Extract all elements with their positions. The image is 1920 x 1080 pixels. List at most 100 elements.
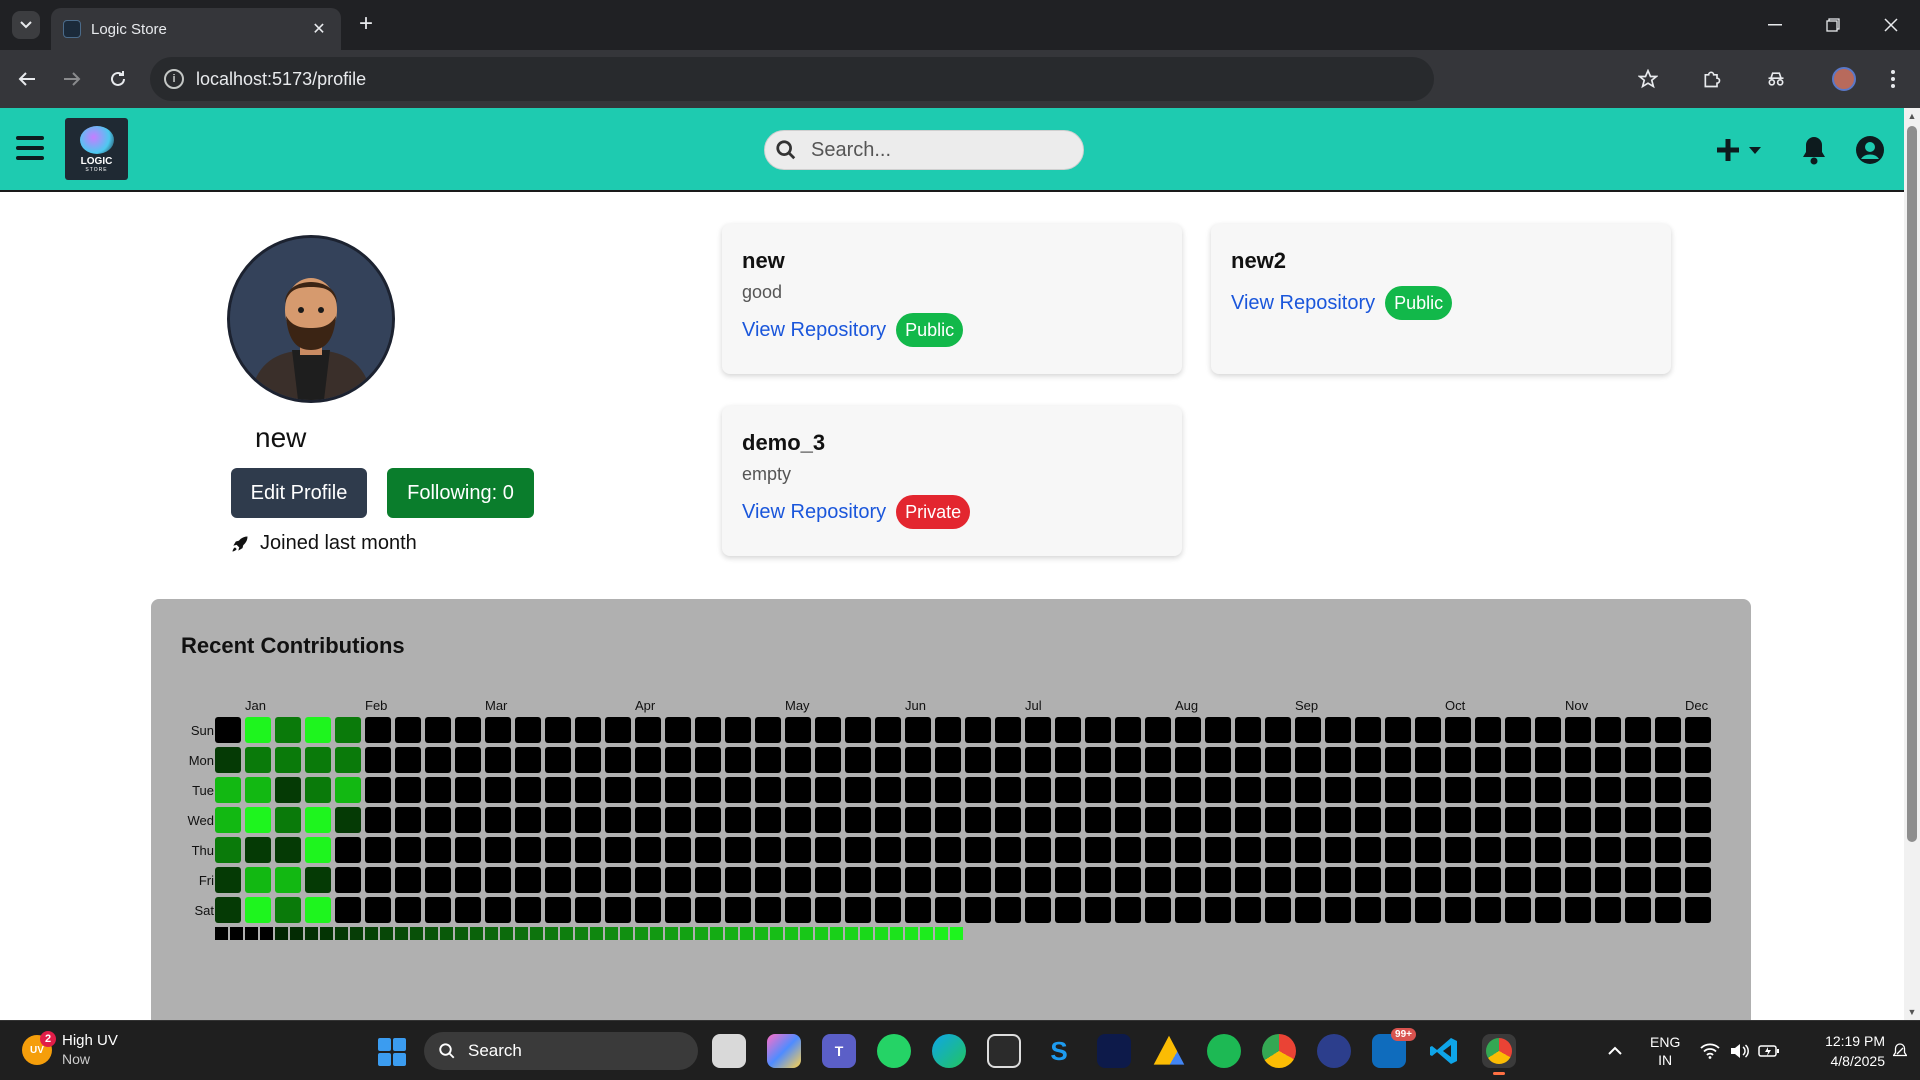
contribution-cell[interactable] — [1535, 837, 1561, 863]
contribution-cell[interactable] — [635, 807, 661, 833]
contribution-cell[interactable] — [935, 867, 961, 893]
contribution-cell[interactable] — [905, 897, 931, 923]
contribution-cell[interactable] — [1055, 747, 1081, 773]
contribution-cell[interactable] — [485, 897, 511, 923]
contribution-cell[interactable] — [1295, 837, 1321, 863]
contribution-cell[interactable] — [1205, 897, 1231, 923]
contribution-cell[interactable] — [545, 897, 571, 923]
contribution-cell[interactable] — [815, 747, 841, 773]
contribution-cell[interactable] — [1235, 867, 1261, 893]
contribution-cell[interactable] — [605, 747, 631, 773]
contribution-cell[interactable] — [1415, 867, 1441, 893]
contribution-cell[interactable] — [1295, 897, 1321, 923]
forward-button[interactable] — [57, 64, 87, 94]
contribution-cell[interactable] — [1355, 837, 1381, 863]
contribution-cell[interactable] — [965, 807, 991, 833]
contribution-cell[interactable] — [1355, 867, 1381, 893]
contribution-cell[interactable] — [1595, 807, 1621, 833]
contribution-cell[interactable] — [575, 777, 601, 803]
contribution-cell[interactable] — [1265, 897, 1291, 923]
contribution-cell[interactable] — [1055, 717, 1081, 743]
contribution-cell[interactable] — [1535, 777, 1561, 803]
contribution-cell[interactable] — [1385, 777, 1411, 803]
contribution-cell[interactable] — [245, 777, 271, 803]
contribution-cell[interactable] — [545, 807, 571, 833]
contribution-cell[interactable] — [1625, 747, 1651, 773]
start-button[interactable] — [378, 1038, 406, 1066]
contribution-cell[interactable] — [845, 717, 871, 743]
contribution-cell[interactable] — [275, 807, 301, 833]
contribution-cell[interactable] — [1385, 897, 1411, 923]
contribution-cell[interactable] — [365, 867, 391, 893]
contribution-cell[interactable] — [515, 807, 541, 833]
contribution-cell[interactable] — [725, 717, 751, 743]
contribution-cell[interactable] — [635, 747, 661, 773]
contribution-cell[interactable] — [1475, 867, 1501, 893]
contribution-cell[interactable] — [785, 717, 811, 743]
contribution-cell[interactable] — [245, 717, 271, 743]
contribution-cell[interactable] — [365, 807, 391, 833]
contribution-cell[interactable] — [1505, 747, 1531, 773]
contribution-cell[interactable] — [935, 717, 961, 743]
contribution-cell[interactable] — [1145, 897, 1171, 923]
contribution-cell[interactable] — [575, 807, 601, 833]
contribution-cell[interactable] — [605, 717, 631, 743]
task-view-icon[interactable] — [712, 1034, 746, 1068]
contribution-cell[interactable] — [1595, 747, 1621, 773]
contribution-cell[interactable] — [875, 747, 901, 773]
contribution-cell[interactable] — [395, 717, 421, 743]
google-drive-icon[interactable] — [1153, 1035, 1185, 1065]
view-repository-link[interactable]: View Repository — [742, 319, 886, 342]
contribution-cell[interactable] — [905, 747, 931, 773]
contribution-cell[interactable] — [455, 807, 481, 833]
contribution-cell[interactable] — [455, 747, 481, 773]
contribution-cell[interactable] — [785, 867, 811, 893]
contribution-cell[interactable] — [215, 777, 241, 803]
contribution-cell[interactable] — [1475, 747, 1501, 773]
contribution-cell[interactable] — [755, 897, 781, 923]
contribution-cell[interactable] — [425, 867, 451, 893]
contribution-cell[interactable] — [1025, 717, 1051, 743]
contribution-cell[interactable] — [1145, 777, 1171, 803]
contribution-cell[interactable] — [1685, 747, 1711, 773]
contribution-cell[interactable] — [515, 897, 541, 923]
contribution-cell[interactable] — [1625, 837, 1651, 863]
contribution-cell[interactable] — [1685, 777, 1711, 803]
contribution-cell[interactable] — [545, 777, 571, 803]
contribution-cell[interactable] — [1355, 747, 1381, 773]
contribution-cell[interactable] — [275, 837, 301, 863]
contribution-cell[interactable] — [995, 897, 1021, 923]
contribution-cell[interactable] — [1595, 897, 1621, 923]
contribution-cell[interactable] — [1025, 807, 1051, 833]
contribution-cell[interactable] — [755, 747, 781, 773]
contribution-cell[interactable] — [305, 807, 331, 833]
contribution-cell[interactable] — [635, 897, 661, 923]
contribution-cell[interactable] — [305, 747, 331, 773]
contribution-cell[interactable] — [305, 897, 331, 923]
scroll-down-icon[interactable]: ▼ — [1907, 1007, 1917, 1017]
reload-button[interactable] — [103, 64, 133, 94]
contribution-cell[interactable] — [335, 867, 361, 893]
contribution-cell[interactable] — [1355, 807, 1381, 833]
contribution-cell[interactable] — [1145, 747, 1171, 773]
contribution-cell[interactable] — [1445, 807, 1471, 833]
contribution-cell[interactable] — [1685, 717, 1711, 743]
contribution-cell[interactable] — [695, 867, 721, 893]
contribution-cell[interactable] — [725, 897, 751, 923]
spotify-icon[interactable] — [1207, 1034, 1241, 1068]
system-clock[interactable]: 12:19 PM 4/8/2025 — [1795, 1031, 1885, 1071]
contribution-cell[interactable] — [1385, 837, 1411, 863]
contribution-cell[interactable] — [1025, 837, 1051, 863]
contribution-cell[interactable] — [245, 807, 271, 833]
contribution-cell[interactable] — [755, 777, 781, 803]
language-indicator[interactable]: ENG IN — [1650, 1021, 1680, 1080]
contribution-cell[interactable] — [1595, 717, 1621, 743]
contribution-cell[interactable] — [1385, 747, 1411, 773]
contribution-cell[interactable] — [1655, 867, 1681, 893]
contribution-cell[interactable] — [1325, 717, 1351, 743]
contribution-cell[interactable] — [605, 897, 631, 923]
contribution-cell[interactable] — [1025, 867, 1051, 893]
contribution-cell[interactable] — [215, 747, 241, 773]
copilot-icon[interactable] — [767, 1034, 801, 1068]
contribution-cell[interactable] — [845, 837, 871, 863]
